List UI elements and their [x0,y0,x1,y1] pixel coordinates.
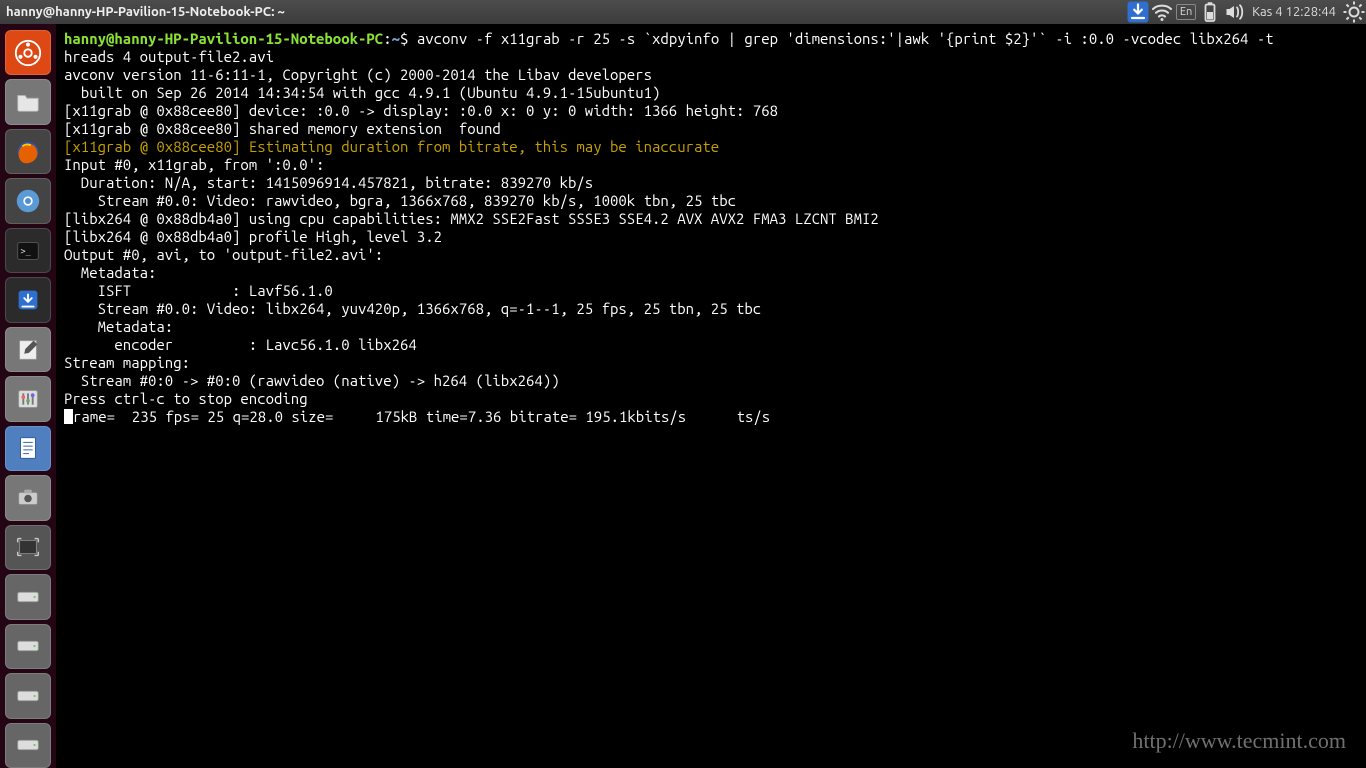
out-l10: [libx264 @ 0x88db4a0] profile High, leve… [64,228,442,245]
launcher-text-editor[interactable] [5,327,51,372]
out-l7: Duration: N/A, start: 1415096914.457821,… [64,174,593,191]
clock[interactable]: Kas 4 12:28:44 [1246,5,1342,19]
out-l4: [x11grab @ 0x88cee80] shared memory exte… [64,120,501,137]
out-l5: [x11grab @ 0x88cee80] Estimating duratio… [64,138,719,155]
battery-icon[interactable] [1198,0,1222,24]
out-l15: Metadata: [64,318,173,335]
launcher-screenshot[interactable] [5,525,51,570]
out-l8: Stream #0.0: Video: rawvideo, bgra, 1366… [64,192,736,209]
out-l12: Metadata: [64,264,156,281]
prompt-sep1: : [383,30,391,47]
download-indicator-icon[interactable] [1126,0,1150,24]
unity-launcher: >_ [0,24,56,768]
launcher-disk-2[interactable] [5,624,51,669]
command-line-1: avconv -f x11grab -r 25 -s `xdpyinfo | g… [417,30,1274,47]
command-line-2: hreads 4 output-file2.avi [64,48,274,65]
launcher-writer[interactable] [5,426,51,471]
launcher-terminal[interactable]: >_ [5,228,51,273]
wifi-icon[interactable] [1150,0,1174,24]
out-l18: Stream #0:0 -> #0:0 (rawvideo (native) -… [64,372,560,389]
launcher-downloader[interactable] [5,277,51,322]
out-l6: Input #0, x11grab, from ':0.0': [64,156,324,173]
launcher-disk-1[interactable] [5,574,51,619]
window-title: hanny@hanny-HP-Pavilion-15-Notebook-PC: … [0,5,285,19]
keyboard-layout-indicator[interactable]: En [1174,0,1198,24]
out-l3: [x11grab @ 0x88cee80] device: :0.0 -> di… [64,102,778,119]
out-l9: [libx264 @ 0x88db4a0] using cpu capabili… [64,210,879,227]
launcher-dash[interactable] [5,30,51,75]
out-l1: avconv version 11-6:11-1, Copyright (c) … [64,66,652,83]
out-l13: ISFT : Lavf56.1.0 [64,282,333,299]
svg-text:>_: >_ [21,245,32,255]
launcher-disk-4[interactable] [5,723,51,768]
out-l14: Stream #0.0: Video: libx264, yuv420p, 13… [64,300,761,317]
session-gear-icon[interactable] [1342,0,1366,24]
launcher-shotwell[interactable] [5,475,51,520]
launcher-chromium[interactable] [5,178,51,223]
terminal-output[interactable]: hanny@hanny-HP-Pavilion-15-Notebook-PC:~… [56,24,1366,768]
out-l17: Stream mapping: [64,354,190,371]
out-l19: Press ctrl-c to stop encoding [64,390,308,407]
launcher-settings[interactable] [5,376,51,421]
prompt-sep2: $ [400,30,417,47]
prompt-userhost: hanny@hanny-HP-Pavilion-15-Notebook-PC [64,30,383,47]
cursor [64,409,73,424]
out-l16: encoder : Lavc56.1.0 libx264 [64,336,417,353]
out-l20b: rame= 235 fps= 25 q=28.0 size= 175kB tim… [73,408,770,425]
launcher-files[interactable] [5,79,51,124]
launcher-disk-3[interactable] [5,673,51,718]
launcher-firefox[interactable] [5,129,51,174]
out-l11: Output #0, avi, to 'output-file2.avi': [64,246,383,263]
top-panel: hanny@hanny-HP-Pavilion-15-Notebook-PC: … [0,0,1366,24]
prompt-path: ~ [392,30,400,47]
volume-icon[interactable] [1222,0,1246,24]
out-l2: built on Sep 26 2014 14:34:54 with gcc 4… [64,84,660,101]
